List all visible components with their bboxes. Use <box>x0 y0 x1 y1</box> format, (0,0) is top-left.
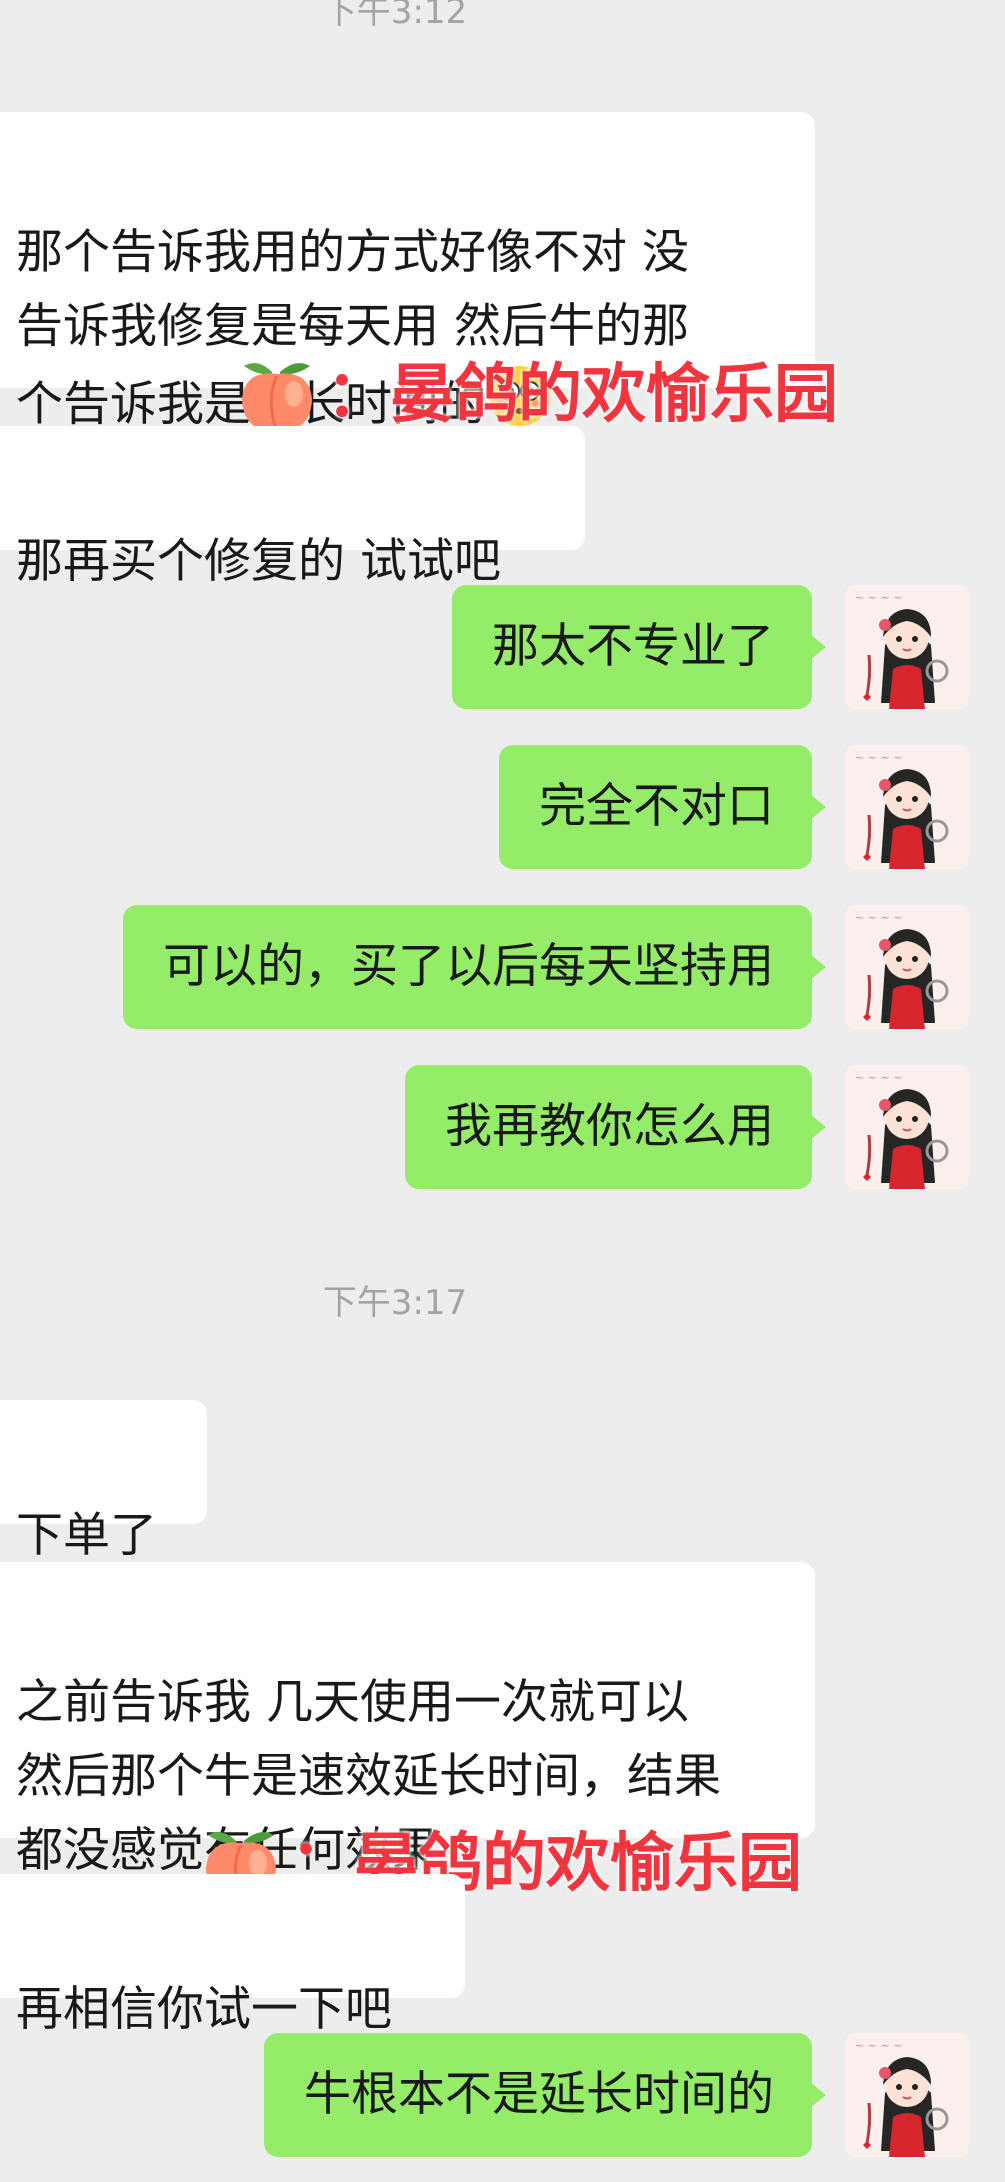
message-text: 完全不对口 <box>539 779 774 834</box>
message-text: 那再买个修复的 试试吧 <box>16 534 501 589</box>
incoming-message[interactable]: 那再买个修复的 试试吧 <box>0 426 585 589</box>
avatar[interactable] <box>845 905 969 1029</box>
timestamp: 下午3:17 <box>322 1283 468 1323</box>
avatar[interactable] <box>845 585 969 709</box>
avatar[interactable] <box>845 2033 969 2157</box>
message-text: 牛根本不是延长时间的 <box>304 2067 774 2122</box>
watermark: ：晏鸽的欢愉乐园 <box>236 354 838 436</box>
timestamp: 下午3:12 <box>322 0 468 32</box>
avatar[interactable] <box>845 1065 969 1189</box>
message-text: 再相信你试一下吧 <box>16 1982 392 2037</box>
incoming-message[interactable]: 下单了 <box>0 1400 207 1563</box>
avatar[interactable] <box>845 745 969 869</box>
girl-avatar-icon <box>845 745 969 869</box>
outgoing-message[interactable]: 完全不对口 <box>499 745 826 869</box>
girl-avatar-icon <box>845 1065 969 1189</box>
outgoing-message[interactable]: 那太不专业了 <box>452 585 826 709</box>
outgoing-message[interactable]: 可以的，买了以后每天坚持用 <box>123 905 826 1029</box>
girl-avatar-icon <box>845 905 969 1029</box>
watermark-text: ：晏鸽的欢愉乐园 <box>326 358 838 432</box>
message-text: 可以的，买了以后每天坚持用 <box>163 939 774 994</box>
outgoing-message[interactable]: 牛根本不是延长时间的 <box>264 2033 826 2157</box>
incoming-message[interactable]: 那个告诉我用的方式好像不对 没 告诉我修复是每天用 然后牛的那 个告诉我是延长时… <box>0 112 815 432</box>
girl-avatar-icon <box>845 2033 969 2157</box>
peach-icon <box>236 354 318 436</box>
incoming-message[interactable]: 之前告诉我 几天使用一次就可以 然后那个牛是速效延长时间，结果 都没感觉有任何效… <box>0 1562 815 1878</box>
message-text: 下单了 <box>16 1508 157 1563</box>
message-text: 我再教你怎么用 <box>445 1099 774 1154</box>
girl-avatar-icon <box>845 585 969 709</box>
outgoing-message[interactable]: 我再教你怎么用 <box>405 1065 826 1189</box>
incoming-message[interactable]: 再相信你试一下吧 <box>0 1874 465 2037</box>
message-text: 那太不专业了 <box>492 619 774 674</box>
